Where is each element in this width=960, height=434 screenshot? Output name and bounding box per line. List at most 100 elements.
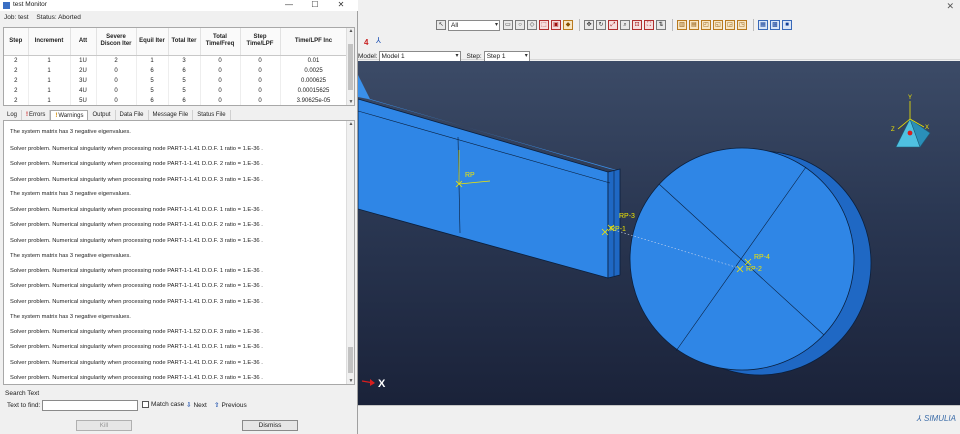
scroll-down-icon[interactable]: ▼: [347, 378, 354, 384]
auto-fit-icon[interactable]: ⛶: [644, 20, 654, 30]
pan-icon[interactable]: ✥: [584, 20, 594, 30]
log-line: Solver problem. Numerical singularity wh…: [10, 222, 263, 228]
magnify-icon[interactable]: ⤢: [608, 20, 618, 30]
table-cell: 0: [200, 85, 241, 96]
match-case-checkbox[interactable]: Match case: [142, 401, 184, 408]
select-polygon-icon[interactable]: ◇: [527, 20, 537, 30]
rp-beam-label: RP: [465, 172, 475, 179]
disk-front-face[interactable]: [629, 147, 855, 371]
model-combo[interactable]: Model 1 ▾: [378, 50, 461, 62]
log-scrollbar[interactable]: ▲ ▼: [346, 121, 354, 384]
search-text-heading: Search Text: [5, 390, 40, 397]
select-options-icon[interactable]: ◆: [563, 20, 573, 30]
csys-triad-icon[interactable]: ⅄: [373, 37, 383, 47]
toolbar-row-selection: ↖ All ▾ ▭ ○ ◇ ⬚ ▣ ◆ ✥ ↻ ⤢ ⌕ ⊡ ⛶ ⇅ ▥ ▤ ◰ …: [436, 16, 794, 34]
dismiss-button[interactable]: Dismiss: [242, 420, 298, 431]
table-cell: 2: [96, 55, 137, 66]
render-hidden-icon[interactable]: ▩: [770, 20, 780, 30]
kill-button[interactable]: Kill: [76, 420, 132, 431]
log-line: Solver problem. Numerical singularity wh…: [10, 238, 263, 244]
render-shaded-icon[interactable]: ■: [782, 20, 792, 30]
log-scroll-thumb[interactable]: [348, 347, 353, 373]
view-right-icon[interactable]: ◳: [737, 20, 747, 30]
warnings-log: The system matrix has 3 negative eigenva…: [3, 120, 355, 385]
col-header-increment[interactable]: Increment: [28, 28, 71, 56]
log-line: The system matrix has 3 negative eigenva…: [10, 253, 131, 259]
log-line: Solver problem. Numerical singularity wh…: [10, 299, 263, 305]
table-cell: 6: [136, 95, 169, 105]
tab-errors[interactable]: !Errors: [22, 110, 51, 120]
table-body: 2 1 1U 2 1 3 0 0 0.01 2 1 2U 0 6 6 0 0 0.0025 2 1 3U 0 5 5 0 0 0…: [4, 55, 348, 105]
table-cell: 2: [4, 75, 29, 86]
table-row[interactable]: 2 1 5U 0 6 6 0 0 3.90625e-05: [4, 95, 348, 105]
tab-status-file[interactable]: Status File: [193, 110, 231, 120]
view-left-icon[interactable]: ◲: [725, 20, 735, 30]
scroll-up-icon[interactable]: ▲: [347, 121, 354, 127]
tab-warnings[interactable]: !Warnings: [50, 110, 89, 120]
table-cell: 3: [168, 55, 201, 66]
select-circle-icon[interactable]: ○: [515, 20, 525, 30]
table-cell: 0: [200, 55, 241, 66]
view-top-icon[interactable]: ◰: [701, 20, 711, 30]
rotate-icon[interactable]: ↻: [596, 20, 606, 30]
table-scroll-thumb[interactable]: [348, 44, 353, 90]
previous-button[interactable]: ⇧ Previous: [214, 401, 247, 409]
col-header-step-time[interactable]: Step Time/LPF: [240, 28, 281, 56]
view-back-icon[interactable]: ▤: [689, 20, 699, 30]
zoom-icon[interactable]: ⌕: [620, 20, 630, 30]
job-info: Job: test Status: Aborted: [4, 14, 87, 21]
table-row[interactable]: 2 1 3U 0 5 5 0 0 0.000625: [4, 75, 348, 86]
table-row[interactable]: 2 1 4U 0 5 5 0 0 0.00015625: [4, 85, 348, 96]
pointer-icon[interactable]: ↖: [436, 20, 446, 30]
next-button[interactable]: ⇩ Next: [186, 401, 207, 409]
col-header-att[interactable]: Att: [70, 28, 97, 56]
col-header-total-time[interactable]: Total Time/Freq: [200, 28, 241, 56]
table-cell: 0.000625: [280, 75, 348, 86]
tab-output[interactable]: Output: [88, 110, 116, 120]
table-row[interactable]: 2 1 2U 0 6 6 0 0 0.0025: [4, 65, 348, 76]
tab-data-file[interactable]: Data File: [116, 110, 149, 120]
log-line: The system matrix has 3 negative eigenva…: [10, 191, 131, 197]
table-row[interactable]: 2 1 1U 2 1 3 0 0 0.01: [4, 55, 348, 66]
table-cell: 2: [4, 65, 29, 76]
col-header-severe-discon[interactable]: Severe Discon Iter: [96, 28, 137, 56]
view-front-icon[interactable]: ▥: [677, 20, 687, 30]
table-cell: 0: [200, 75, 241, 86]
col-header-equil-iter[interactable]: Equil Iter: [136, 28, 169, 56]
scroll-down-icon[interactable]: ▼: [347, 99, 354, 105]
checkbox-box[interactable]: [142, 401, 149, 408]
scroll-up-icon[interactable]: ▲: [347, 28, 354, 34]
tab-message-file[interactable]: Message File: [149, 110, 194, 120]
select-inside-icon[interactable]: ▣: [551, 20, 561, 30]
job-monitor-window: test Monitor — ☐ ✕ Job: test Status: Abo…: [0, 0, 358, 434]
arrow-up-icon: ⇧: [214, 402, 220, 409]
minimize-icon[interactable]: —: [276, 0, 302, 10]
box-zoom-icon[interactable]: ⊡: [632, 20, 642, 30]
tab-log[interactable]: Log: [3, 110, 23, 120]
maximize-icon[interactable]: ☐: [302, 0, 328, 10]
beam-front-face[interactable]: [358, 98, 609, 279]
viewer-close-icon[interactable]: ✕: [946, 1, 954, 12]
table-cell: 1: [28, 55, 71, 66]
selection-filter-combo[interactable]: All ▾: [448, 19, 500, 31]
col-header-total-iter[interactable]: Total Iter: [168, 28, 201, 56]
tab-warnings-label: Warnings: [58, 113, 84, 119]
step-combo[interactable]: Step 1 ▾: [483, 50, 530, 62]
cycle-view-icon[interactable]: ⇅: [656, 20, 666, 30]
select-drag-icon[interactable]: ⬚: [539, 20, 549, 30]
view-bottom-icon[interactable]: ◱: [713, 20, 723, 30]
table-cell: 0: [96, 95, 137, 105]
model-viewport[interactable]: RP-3 RP-1 RP-4 RP-2 RP Y Z X X: [358, 61, 960, 405]
close-icon[interactable]: ✕: [328, 0, 354, 10]
table-scrollbar[interactable]: ▲ ▼: [346, 28, 354, 105]
select-box-icon[interactable]: ▭: [503, 20, 513, 30]
col-header-step[interactable]: Step: [4, 28, 29, 56]
find-text-input[interactable]: [42, 400, 138, 411]
table-cell: 1: [28, 95, 71, 105]
col-header-time-inc[interactable]: Time/LPF Inc: [280, 28, 348, 56]
table-cell: 6: [168, 65, 201, 76]
simulia-logo: ⅄ SIMULIA: [917, 414, 956, 423]
monitor-app-icon: [3, 2, 10, 9]
render-wireframe-icon[interactable]: ▦: [758, 20, 768, 30]
error-icon: !: [26, 112, 29, 118]
